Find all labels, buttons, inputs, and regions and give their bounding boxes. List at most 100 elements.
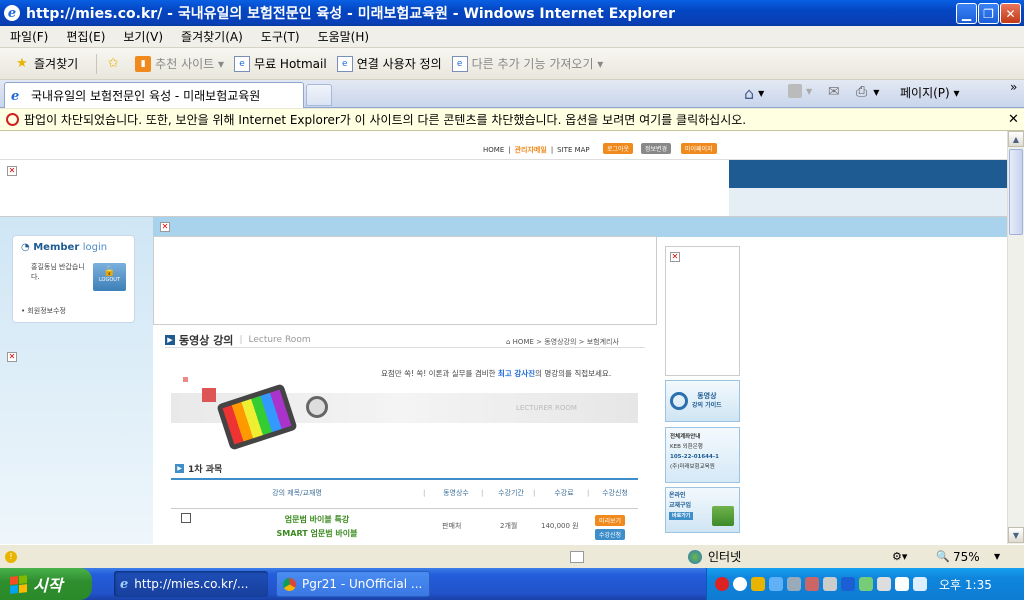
- user-icon: ◔: [21, 242, 34, 253]
- page-icon: e: [336, 55, 353, 72]
- right-ad: ✕: [665, 246, 740, 376]
- course-price: 140,000 원: [541, 522, 579, 530]
- zoom-icon: 🔍: [936, 550, 950, 563]
- top-nav-sitemap[interactable]: SITE MAP: [557, 146, 589, 154]
- menu-favorites[interactable]: 즐겨찾기(A): [181, 28, 243, 45]
- ie-logo-icon: e: [4, 5, 20, 21]
- tab-active[interactable]: e 국내유일의 보험전문인 육성 - 미래보험교육원: [4, 82, 304, 108]
- printer-icon: ⎙: [856, 84, 868, 100]
- menu-view[interactable]: 보기(V): [123, 28, 163, 45]
- status-bar: ! 인터넷 ⚙▾ 🔍 75% ▼: [0, 544, 1024, 568]
- protected-mode-icon[interactable]: ⚙▾: [892, 550, 907, 563]
- taskbar-item-chrome[interactable]: Pgr21 - UnOfficial ...: [276, 571, 430, 597]
- hotmail-link[interactable]: e 무료 Hotmail: [234, 55, 327, 72]
- more-tools-button[interactable]: »: [1010, 80, 1017, 94]
- web-page: HOME | 관리자메일 | SITE MAP 로그아웃 정보변경 마이페이지 …: [0, 131, 1007, 544]
- broken-image-icon: ✕: [160, 222, 170, 232]
- minimize-button[interactable]: ▁: [956, 3, 977, 24]
- section-title: ▶ 동영상 강의 | Lecture Room: [165, 332, 311, 348]
- info-bar[interactable]: 팝업이 차단되었습니다. 또한, 보안을 위해 Internet Explore…: [0, 109, 1024, 131]
- blocked-icon: [570, 550, 584, 563]
- feeds-button[interactable]: ▼: [788, 84, 812, 98]
- maximize-button[interactable]: ❐: [978, 3, 999, 24]
- tray-icon[interactable]: [877, 577, 891, 591]
- video-guide-banner[interactable]: 동영상 강의 가이드: [665, 380, 740, 422]
- suggested-sites-link[interactable]: ▮ 추천 사이트 ▾: [135, 55, 224, 72]
- tray-icon[interactable]: [733, 577, 747, 591]
- scroll-down-button[interactable]: ▼: [1008, 527, 1024, 543]
- course-checkbox[interactable]: [181, 513, 191, 523]
- menu-edit[interactable]: 편집(E): [66, 28, 105, 45]
- logout-top-button[interactable]: 로그아웃: [603, 143, 634, 154]
- star-icon: ★: [16, 56, 28, 71]
- course-count: 판매처: [442, 522, 462, 530]
- info-bar-message: 팝업이 차단되었습니다. 또한, 보안을 위해 Internet Explore…: [24, 113, 747, 127]
- close-button[interactable]: ✕: [1000, 3, 1021, 24]
- vertical-scrollbar[interactable]: ▲ ▼: [1007, 131, 1024, 544]
- scroll-up-button[interactable]: ▲: [1008, 131, 1024, 147]
- tray-icon[interactable]: [895, 577, 909, 591]
- page-icon: e: [451, 55, 468, 72]
- page-menu[interactable]: 페이지(P) ▾: [900, 84, 960, 101]
- customize-links-link[interactable]: e 연결 사용자 정의: [336, 55, 442, 72]
- warning-icon: !: [5, 550, 17, 563]
- broken-image-icon: ✕: [670, 252, 680, 262]
- arrow-icon: ▶: [175, 464, 184, 473]
- system-tray: 오후 1:35: [706, 568, 1024, 600]
- shield-icon[interactable]: [751, 577, 765, 591]
- top-nav: HOME | 관리자메일 | SITE MAP: [483, 145, 590, 155]
- zoom-level[interactable]: 75%: [953, 550, 980, 564]
- chevron-down-icon: ▼: [758, 89, 765, 98]
- info-bar-close-button[interactable]: ✕: [1008, 112, 1019, 127]
- tray-icon[interactable]: [715, 577, 729, 591]
- menu-file[interactable]: 파일(F): [10, 28, 48, 45]
- start-button[interactable]: 시작: [0, 568, 92, 600]
- tray-icon[interactable]: [913, 577, 927, 591]
- logout-button[interactable]: 🔒 LOGOUT: [93, 263, 126, 291]
- print-button[interactable]: ⎙ ▼: [856, 84, 879, 100]
- welcome-text: 홍길동님 반갑습니다.: [31, 263, 85, 281]
- course-title[interactable]: 엄문범 바이블 특강 SMART 엄문범 바이블: [262, 513, 372, 541]
- globe-icon: [688, 549, 702, 564]
- broken-image-icon: ✕: [7, 352, 17, 362]
- menu-tools[interactable]: 도구(T): [261, 28, 300, 45]
- edit-member-link[interactable]: • 회원정보수정: [21, 306, 66, 316]
- clock[interactable]: 오후 1:35: [939, 576, 992, 593]
- network-icon[interactable]: [787, 577, 801, 591]
- scroll-thumb[interactable]: [1009, 149, 1023, 235]
- chevron-down-icon[interactable]: ▼: [994, 552, 1000, 561]
- add-favorite-button[interactable]: ✩: [105, 56, 125, 72]
- top-nav-admin-mail[interactable]: 관리자메일: [515, 145, 547, 155]
- get-addons-link[interactable]: e 다른 추가 기능 가져오기 ▾: [451, 55, 603, 72]
- favorites-button[interactable]: ★ 즐겨찾기: [14, 55, 78, 72]
- menu-help[interactable]: 도움말(H): [318, 28, 370, 45]
- favorites-bar: ★ 즐겨찾기 ✩ ▮ 추천 사이트 ▾ e 무료 Hotmail e 연결 사용…: [0, 48, 1024, 80]
- suggested-sites-icon: ▮: [135, 55, 152, 72]
- tray-icon[interactable]: [823, 577, 837, 591]
- taskbar-item-ie[interactable]: e http://mies.co.kr/...: [114, 571, 268, 597]
- film-reel-icon: [306, 396, 328, 418]
- page-icon: e: [234, 55, 251, 72]
- ie-page-icon: e: [11, 88, 20, 104]
- tray-icon[interactable]: [769, 577, 783, 591]
- chevron-down-icon: ▼: [806, 86, 813, 96]
- tagline: 요점만 쏙! 쏙! 이론과 실무를 겸비한 최고 강사진의 명강의를 직접보세요…: [381, 369, 612, 378]
- mypage-top-button[interactable]: 마이페이지: [681, 143, 717, 154]
- security-zone: 인터넷: [708, 550, 742, 564]
- menu-bar: 파일(F) 편집(E) 보기(V) 즐겨찾기(A) 도구(T) 도움말(H): [0, 26, 1024, 48]
- book-purchase-banner[interactable]: 온라인 교재구입 바로가기: [665, 487, 740, 533]
- course-table-header: 강의 제목/교재명 | 동영상수 | 수강기간 | 수강료 | 수강신청: [272, 489, 628, 497]
- tray-icon[interactable]: [805, 577, 819, 591]
- top-nav-home[interactable]: HOME: [483, 146, 504, 154]
- course-period: 2개월: [500, 522, 518, 530]
- preview-button[interactable]: 미리보기: [595, 515, 626, 526]
- new-tab-button[interactable]: [306, 84, 332, 106]
- edit-info-top-button[interactable]: 정보변경: [641, 143, 672, 154]
- signal-icon[interactable]: [859, 577, 873, 591]
- account-banner: 전체계좌안내 KEB 외환은행 105-22-01644-1 (주)미래보험교육…: [665, 427, 740, 483]
- home-button[interactable]: ⌂ ▼: [744, 84, 764, 103]
- arrow-icon: ▶: [165, 335, 175, 345]
- mail-button[interactable]: ✉: [828, 84, 840, 100]
- bluetooth-icon[interactable]: [841, 577, 855, 591]
- apply-button[interactable]: 수강신청: [595, 529, 626, 540]
